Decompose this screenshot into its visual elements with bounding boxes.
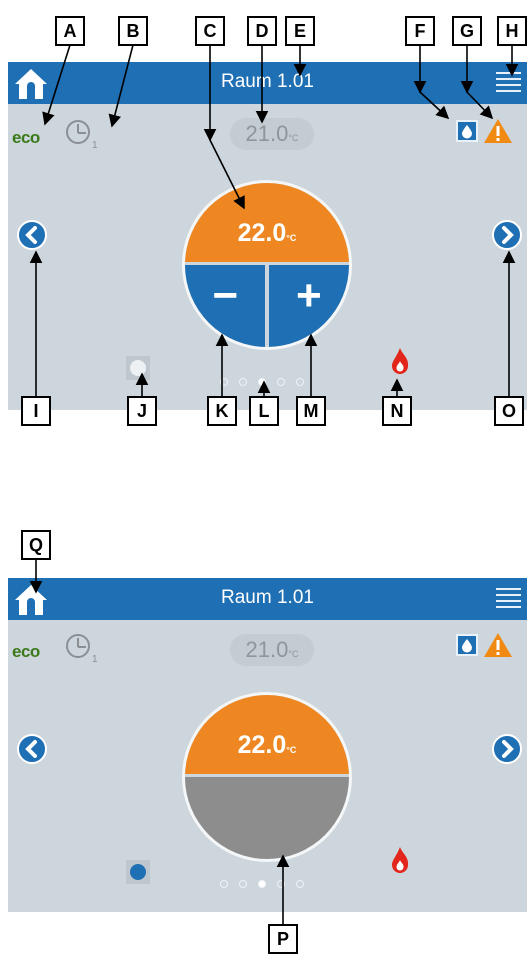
callout-label: N bbox=[382, 396, 412, 426]
callout-arrows bbox=[29, 44, 519, 924]
callout-label: K bbox=[207, 396, 237, 426]
callout-label: B bbox=[118, 16, 148, 46]
callout-label: H bbox=[497, 16, 527, 46]
callout-label: I bbox=[21, 396, 51, 426]
callout-label: C bbox=[195, 16, 225, 46]
callout-label: E bbox=[285, 16, 315, 46]
callout-label: M bbox=[296, 396, 326, 426]
callout-label: J bbox=[127, 396, 157, 426]
arrow-f2 bbox=[419, 91, 450, 120]
callout-label: G bbox=[452, 16, 482, 46]
callout-label: A bbox=[55, 16, 85, 46]
callout-label: D bbox=[247, 16, 277, 46]
callout-label: F bbox=[405, 16, 435, 46]
arrow-a bbox=[42, 44, 71, 126]
arrow-c2 bbox=[209, 139, 245, 210]
arrow-g2 bbox=[466, 91, 494, 120]
callout-label: Q bbox=[21, 530, 51, 560]
arrow-b bbox=[108, 44, 134, 128]
callout-label: L bbox=[249, 396, 279, 426]
callout-label: O bbox=[494, 396, 524, 426]
callout-label: P bbox=[268, 924, 298, 954]
